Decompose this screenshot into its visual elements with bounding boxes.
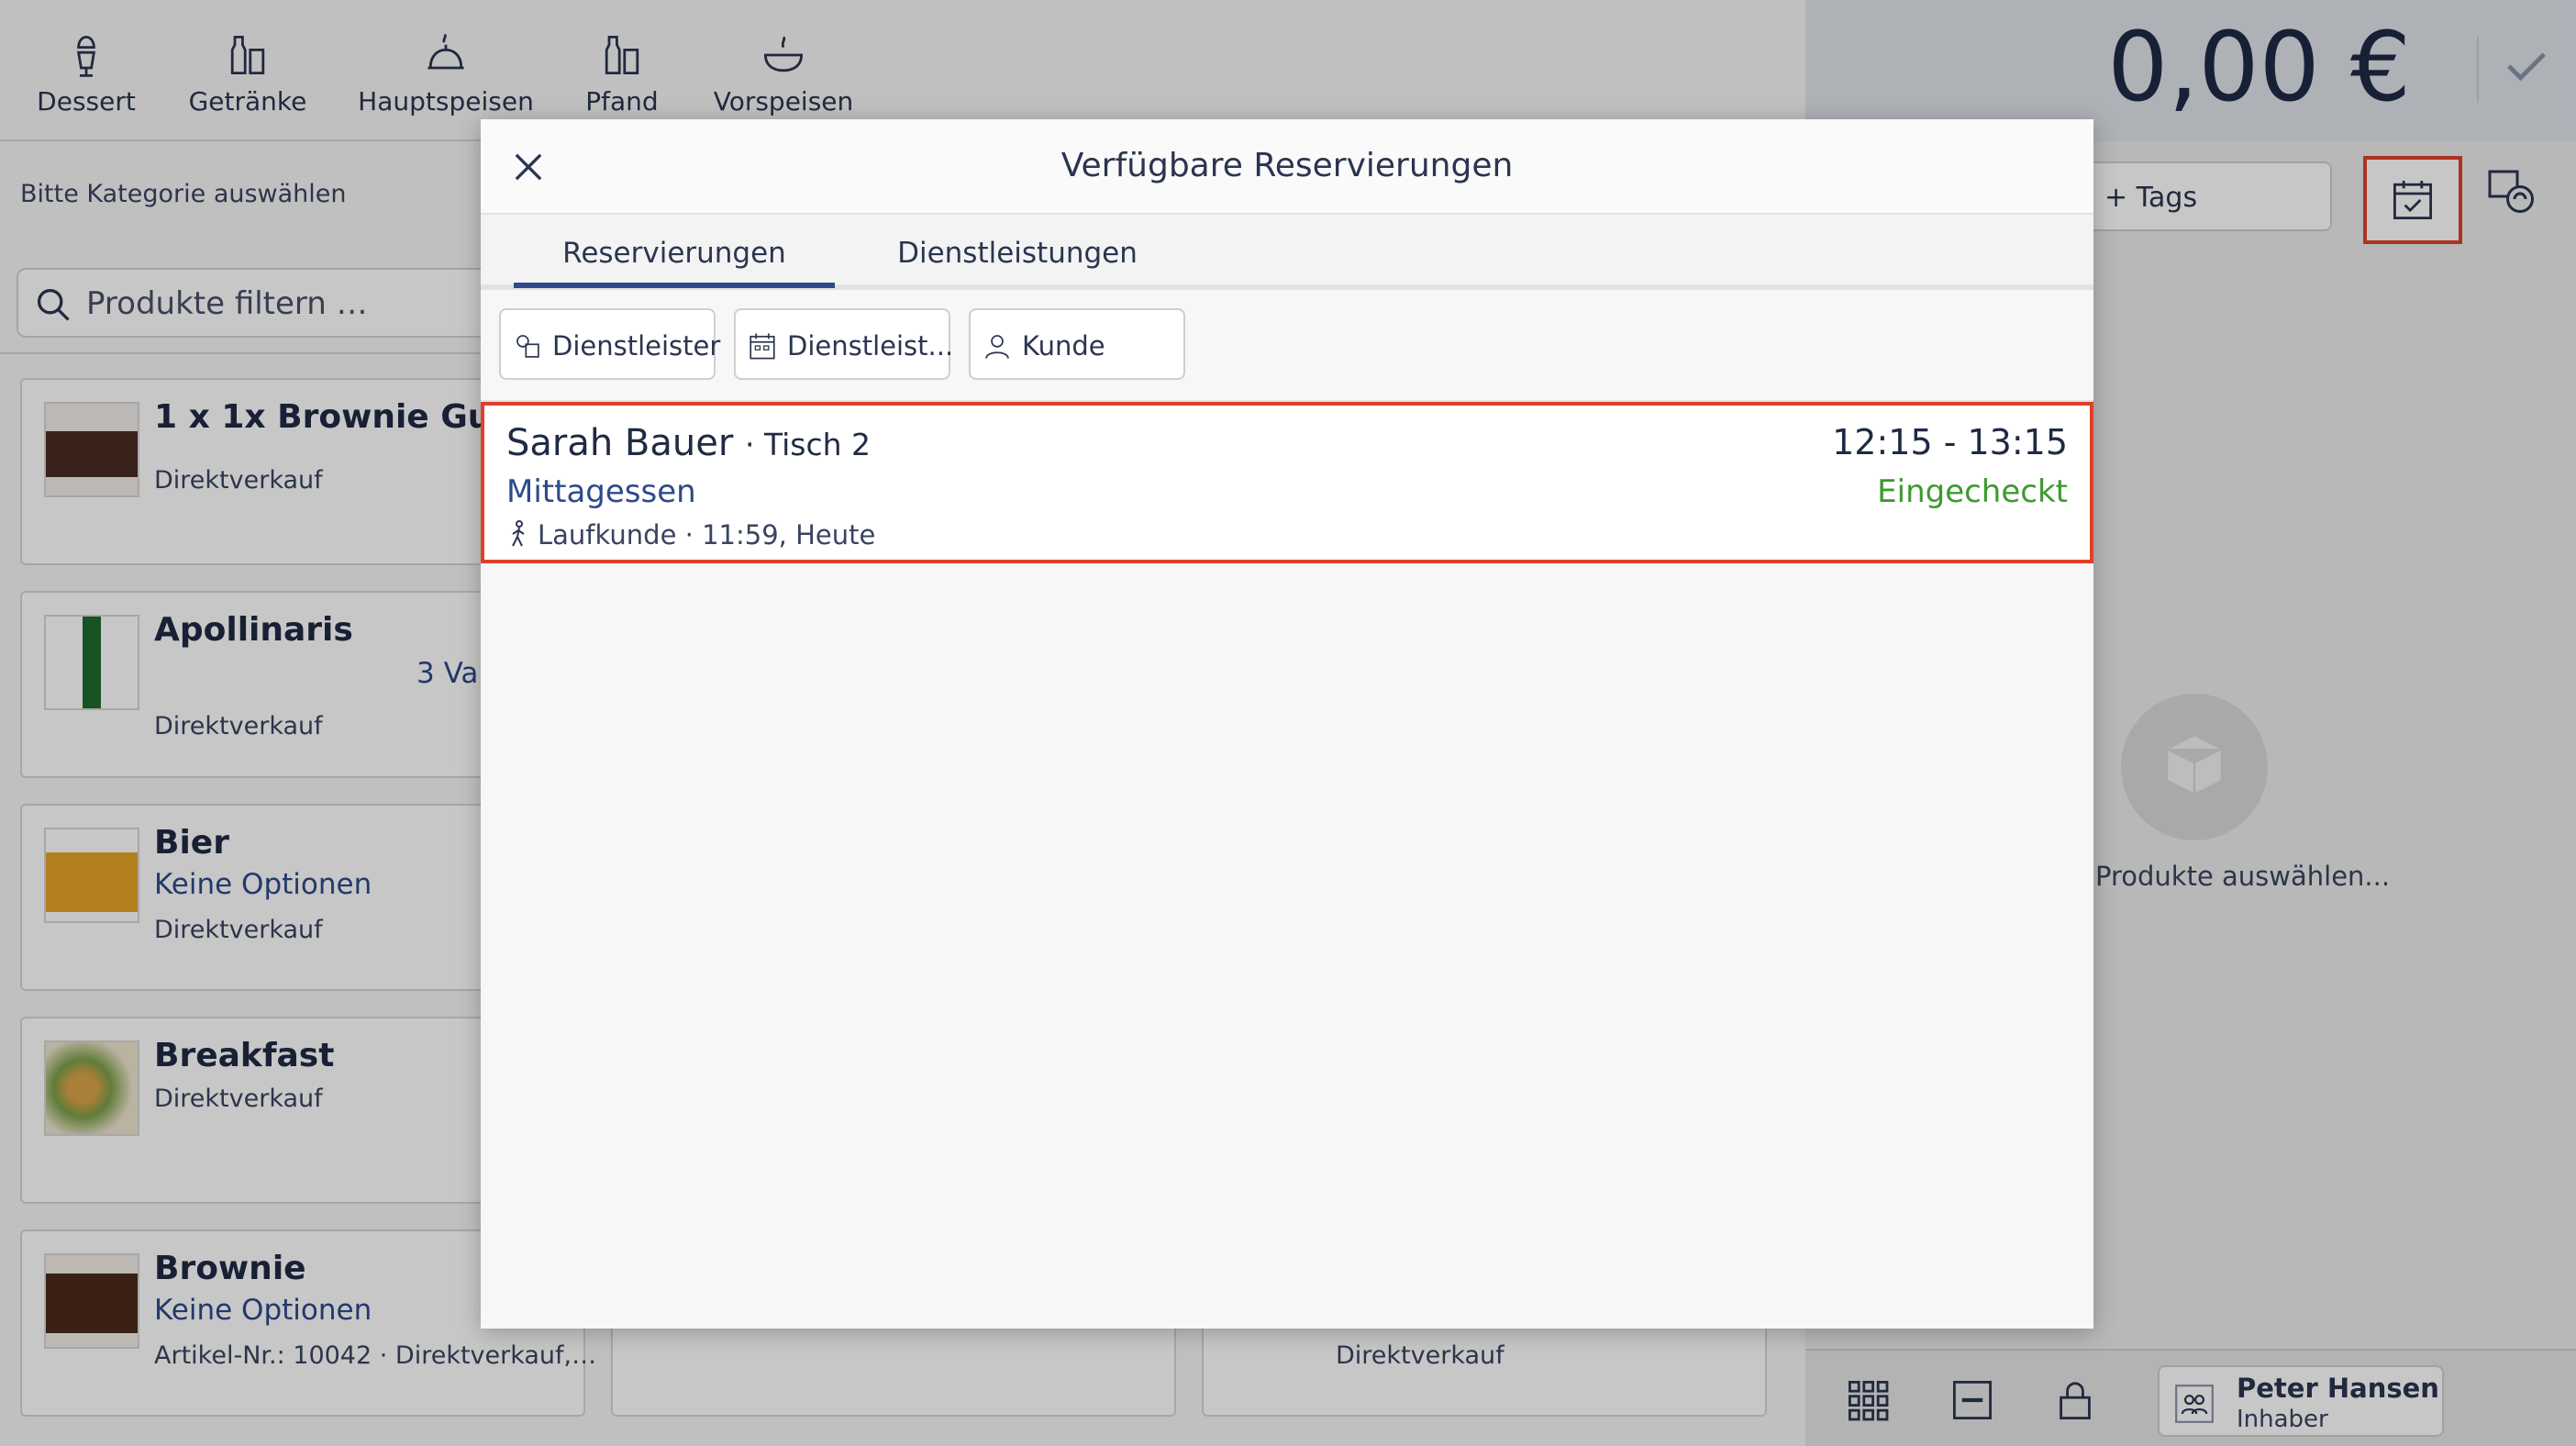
reservation-name: Sarah Bauer · Tisch 2 [506, 422, 872, 464]
filter-dienstleistung-button[interactable]: Dienstleist... [734, 308, 953, 380]
reservations-modal: Verfügbare Reservierungen Reservierungen… [481, 119, 2093, 1329]
tab-reservierungen[interactable]: Reservierungen [514, 237, 835, 270]
tab-dienstleistungen[interactable]: Dienstleistungen [857, 237, 1178, 270]
staff-icon [516, 335, 539, 358]
reservation-service: Mittagessen [506, 473, 696, 510]
active-tab-indicator [514, 283, 835, 288]
reservation-meta: Laufkunde · 11:59, Heute [506, 519, 875, 551]
modal-tabs: Reservierungen Dienstleistungen [481, 215, 2093, 290]
reservation-list: Sarah Bauer · Tisch 2 12:15 - 13:15 Mitt… [481, 400, 2093, 1329]
modal-title: Verfügbare Reservierungen [1060, 147, 1514, 184]
walking-person-icon [512, 520, 525, 547]
filter-dienstleister-button[interactable]: Dienstleister [499, 308, 720, 380]
reservation-status: Eingecheckt [1877, 473, 2068, 510]
modal-header: Verfügbare Reservierungen [481, 119, 2093, 215]
calendar-icon [749, 333, 775, 360]
reservation-time: 12:15 - 13:15 [1832, 422, 2068, 462]
reservation-table: · Tisch 2 [745, 427, 872, 462]
filter-row: Dienstleister Dienstleist... Kunde [481, 295, 2093, 395]
filter-kunde-button[interactable]: Kunde [969, 308, 1185, 380]
customer-icon [985, 335, 1009, 359]
reservation-item[interactable]: Sarah Bauer · Tisch 2 12:15 - 13:15 Mitt… [481, 402, 2093, 563]
